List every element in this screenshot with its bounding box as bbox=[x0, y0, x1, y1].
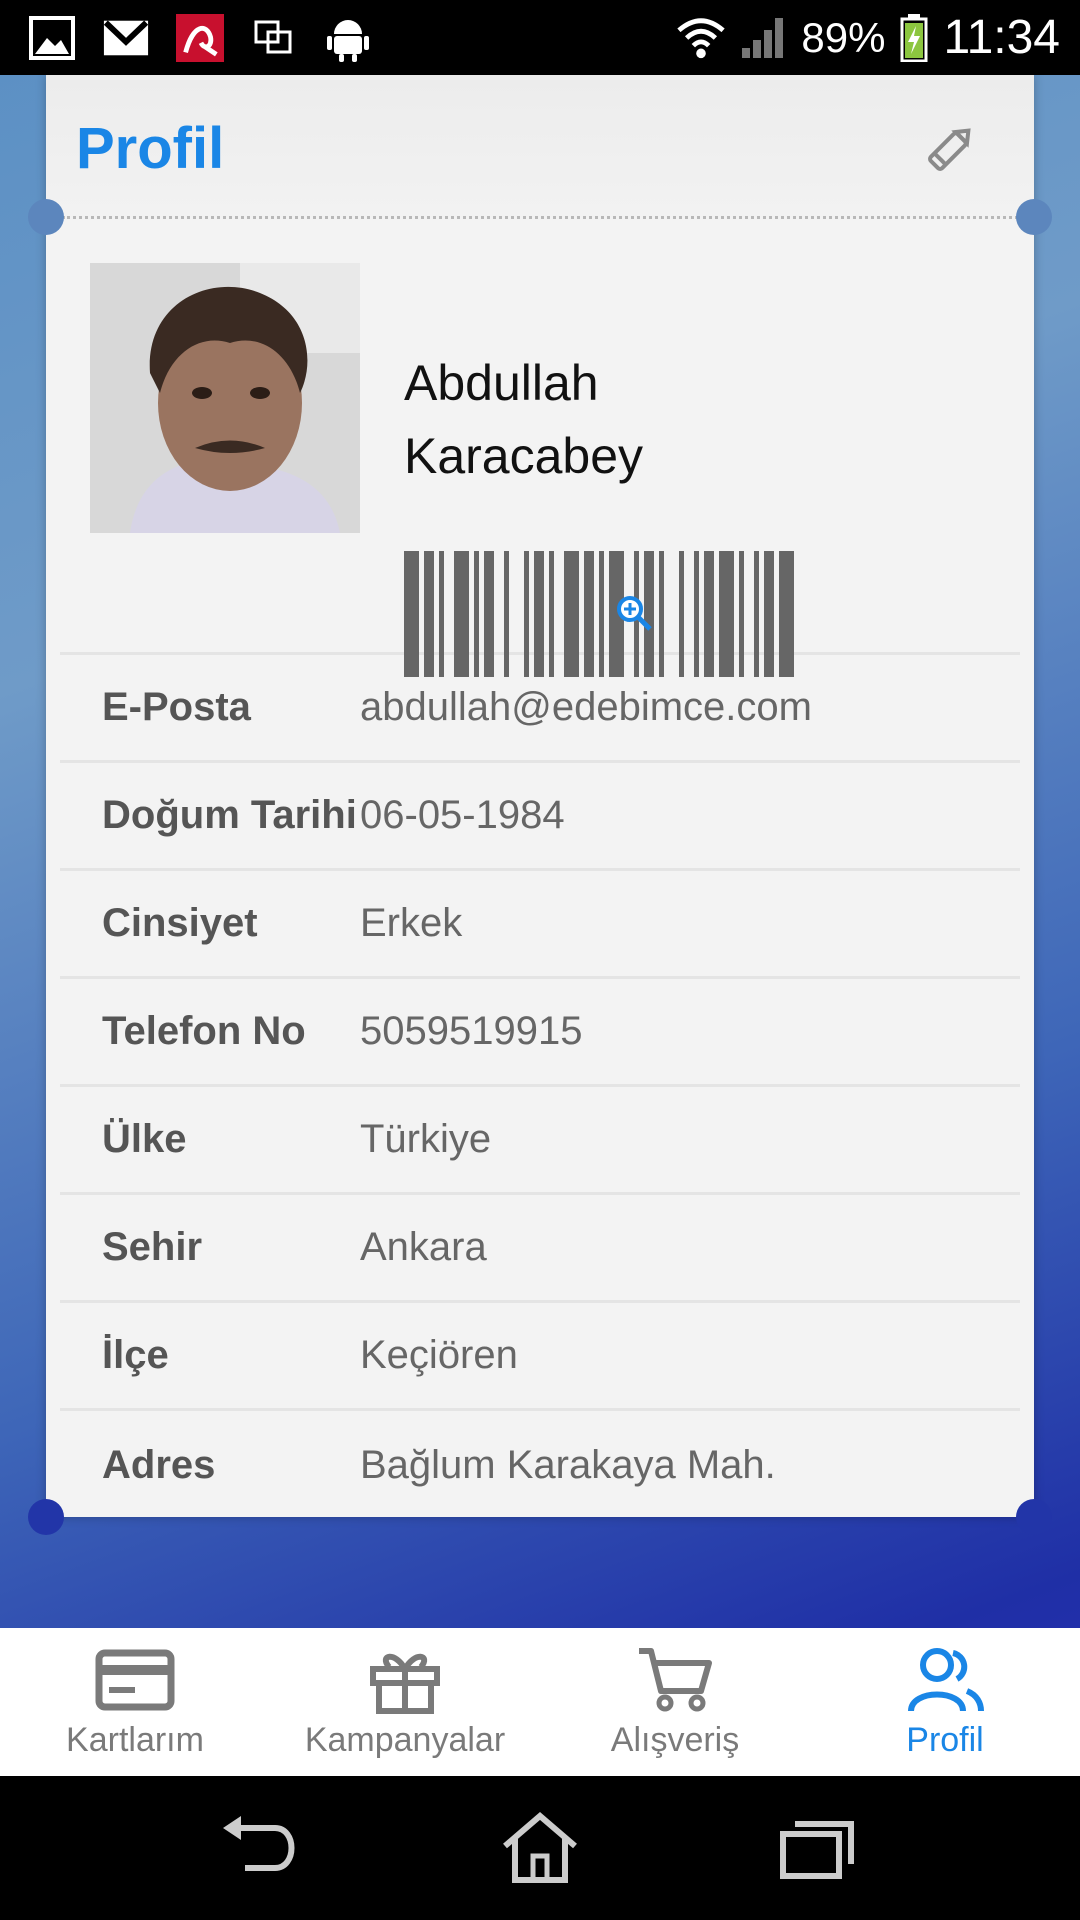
info-value: Bağlum Karakaya Mah. bbox=[360, 1442, 776, 1487]
avira-icon bbox=[176, 13, 224, 62]
page-title: Profil bbox=[76, 116, 225, 181]
nav-item-campaigns[interactable]: Kampanyalar bbox=[270, 1628, 540, 1776]
info-label: Doğum Tarihi bbox=[102, 793, 357, 837]
nav-label: Kartlarım bbox=[66, 1720, 204, 1759]
info-value: 5059519915 bbox=[360, 1009, 583, 1053]
info-row-phone: Telefon No 5059519915 bbox=[60, 979, 1020, 1087]
info-label: İlçe bbox=[102, 1333, 169, 1377]
info-row-country: Ülke Türkiye bbox=[60, 1087, 1020, 1195]
info-value: 06-05-1984 bbox=[360, 793, 565, 837]
info-list: E-Posta abdullah@edebimce.com Doğum Tari… bbox=[60, 655, 1020, 1519]
status-bar: 89% 11:34 bbox=[0, 0, 1080, 75]
gallery-icon bbox=[28, 14, 76, 62]
wifi-icon bbox=[677, 14, 726, 62]
info-row-city: Sehir Ankara bbox=[60, 1195, 1020, 1303]
recent-apps-icon[interactable] bbox=[775, 1808, 865, 1888]
info-value: Erkek bbox=[360, 901, 463, 945]
nav-item-cards[interactable]: Kartlarım bbox=[0, 1628, 270, 1776]
bottom-nav: Kartlarım Kampanyalar Alışveriş Profil bbox=[0, 1628, 1080, 1776]
nav-label: Profil bbox=[906, 1720, 984, 1759]
clock: 11:34 bbox=[943, 11, 1060, 64]
users-icon bbox=[905, 1645, 985, 1715]
ticket-notch bbox=[1016, 1499, 1052, 1535]
gift-icon bbox=[365, 1645, 445, 1715]
info-label: Cinsiyet bbox=[102, 901, 258, 945]
back-icon[interactable] bbox=[215, 1808, 305, 1888]
info-label: Sehir bbox=[102, 1225, 203, 1269]
card-icon bbox=[95, 1645, 175, 1715]
profile-summary: Abdullah Karacabey bbox=[60, 217, 1020, 677]
battery-percent: 89% bbox=[801, 13, 886, 61]
avatar bbox=[90, 263, 360, 533]
cart-icon bbox=[635, 1645, 715, 1715]
screen-mirror-icon bbox=[250, 14, 298, 62]
ticket-notch bbox=[1016, 199, 1052, 235]
info-row-address: Adres Bağlum Karakaya Mah. bbox=[60, 1411, 1020, 1519]
info-label: E-Posta bbox=[102, 685, 251, 729]
barcode-icon[interactable] bbox=[404, 551, 870, 677]
pencil-icon[interactable] bbox=[920, 119, 980, 179]
info-label: Adres bbox=[102, 1442, 216, 1487]
info-label: Telefon No bbox=[102, 1009, 306, 1053]
info-row-birthdate: Doğum Tarihi 06-05-1984 bbox=[60, 763, 1020, 871]
gmail-icon bbox=[102, 14, 150, 62]
ticket-notch bbox=[28, 199, 64, 235]
info-value: Keçiören bbox=[360, 1333, 518, 1377]
info-value: Ankara bbox=[360, 1225, 487, 1269]
info-row-district: İlçe Keçiören bbox=[60, 1303, 1020, 1411]
nav-label: Kampanyalar bbox=[304, 1720, 506, 1759]
info-value: abdullah@edebimce.com bbox=[360, 685, 812, 729]
nav-item-profile[interactable]: Profil bbox=[810, 1628, 1080, 1776]
home-icon[interactable] bbox=[495, 1808, 585, 1888]
system-nav-bar bbox=[0, 1776, 1080, 1920]
card-header: Profil bbox=[28, 75, 1052, 235]
nav-item-shopping[interactable]: Alışveriş bbox=[540, 1628, 810, 1776]
zoom-in-icon[interactable] bbox=[614, 593, 654, 633]
profile-card: Profil Abdullah Karacabey E-Posta abdull… bbox=[28, 75, 1052, 1535]
user-name: Abdullah Karacabey bbox=[404, 355, 644, 484]
ticket-notch bbox=[28, 1499, 64, 1535]
info-label: Ülke bbox=[102, 1117, 187, 1161]
info-value: Türkiye bbox=[360, 1117, 492, 1161]
nav-label: Alışveriş bbox=[610, 1720, 740, 1759]
info-row-gender: Cinsiyet Erkek bbox=[60, 871, 1020, 979]
battery-charging-icon bbox=[899, 13, 929, 62]
android-icon bbox=[324, 14, 372, 62]
signal-icon bbox=[739, 14, 787, 62]
